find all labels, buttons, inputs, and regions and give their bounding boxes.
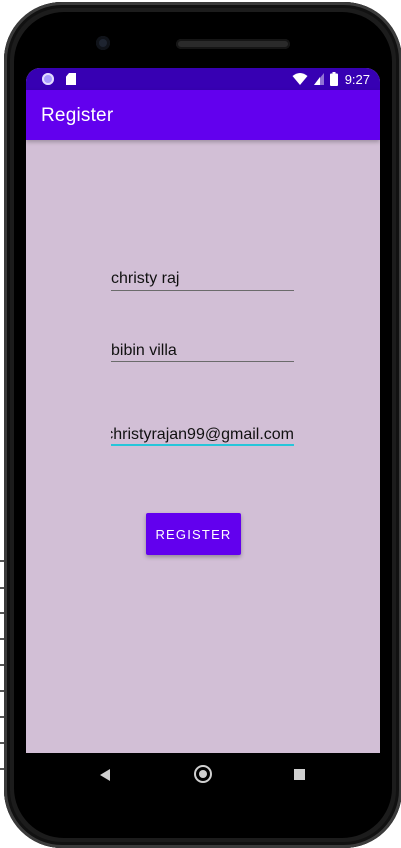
home-icon[interactable] [194,765,212,783]
sd-card-icon [66,73,76,85]
earpiece-speaker [176,39,290,49]
navigation-bar [26,753,380,801]
email-input-underline-focused [111,444,294,446]
name-input-underline [111,290,294,291]
status-time: 9:27 [344,71,370,87]
status-bar: 9:27 [26,68,380,90]
wifi-icon [292,73,308,85]
app-bar: Register [26,90,380,140]
device-screen: 9:27 Register christyrajan99@gmail.com R… [26,68,380,753]
app-notification-icon [42,73,54,85]
page-title: Register [41,105,114,126]
front-camera [96,36,110,50]
address-input-underline [111,361,294,362]
cell-signal-icon [313,73,324,85]
recents-icon[interactable] [294,769,305,780]
email-input-text: christyrajan99@gmail.com [111,426,294,443]
status-icons: 9:27 [292,71,370,87]
register-button[interactable]: REGISTER [146,513,241,555]
battery-icon [329,72,338,86]
back-icon[interactable] [100,769,110,781]
